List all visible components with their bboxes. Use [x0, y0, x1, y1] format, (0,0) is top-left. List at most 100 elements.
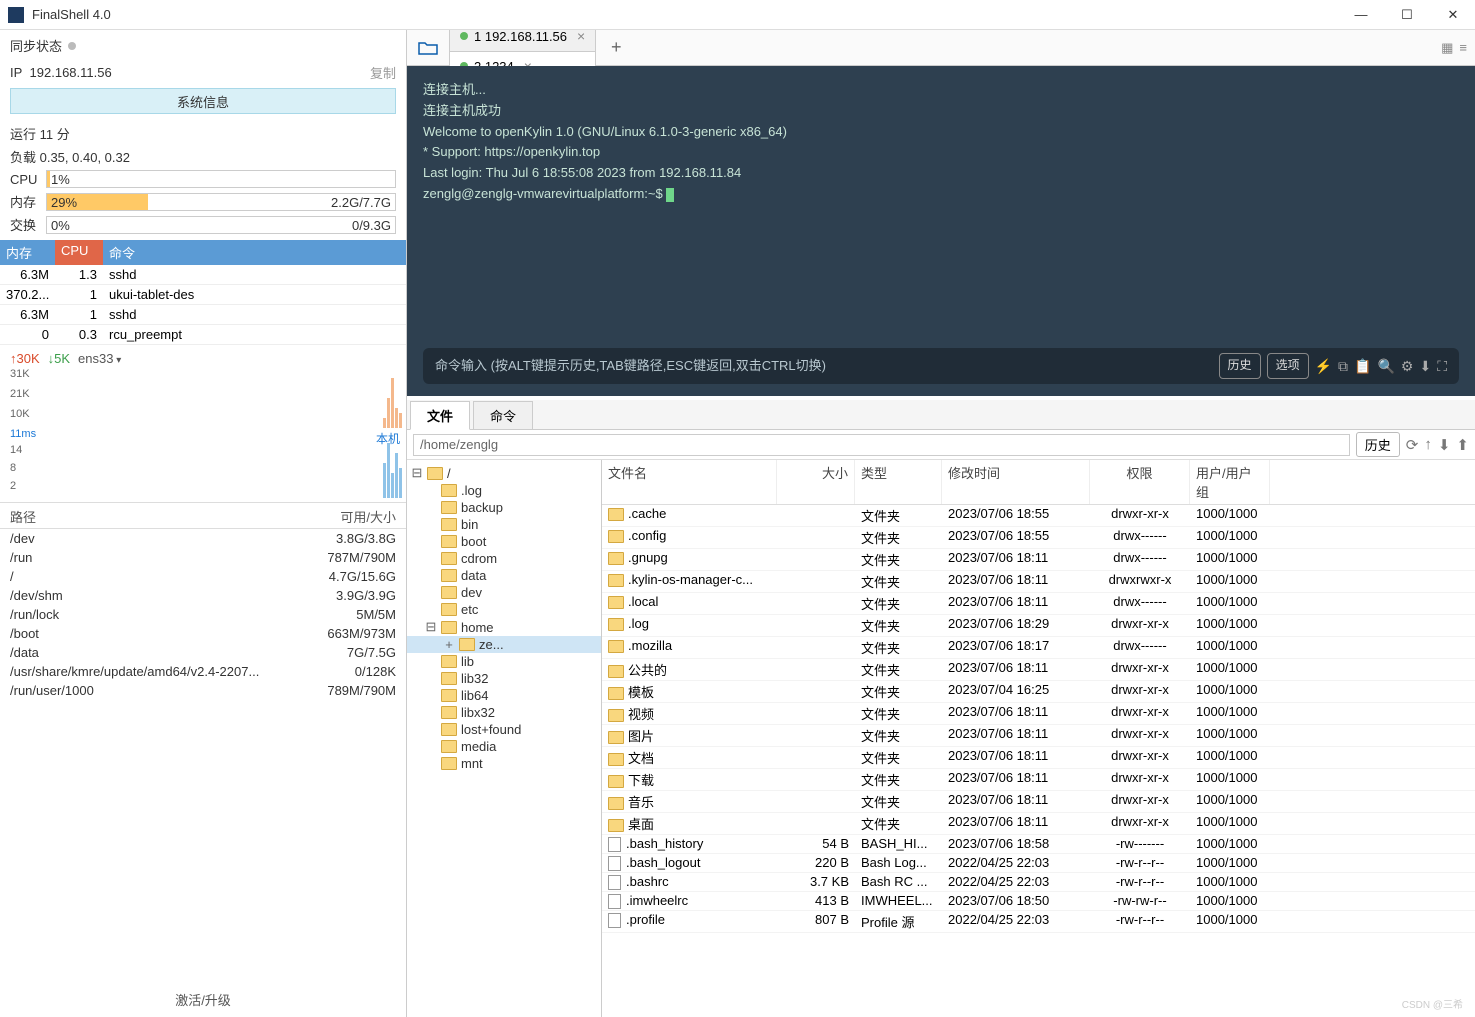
tree-item[interactable]: boot — [407, 533, 601, 550]
folder-icon — [441, 689, 457, 702]
file-row[interactable]: .kylin-os-manager-c...文件夹2023/07/06 18:1… — [602, 571, 1475, 593]
download-icon[interactable]: ⬇ — [1419, 355, 1431, 377]
tree-item[interactable]: .log — [407, 482, 601, 499]
file-row[interactable]: .gnupg文件夹2023/07/06 18:11drwx------1000/… — [602, 549, 1475, 571]
bolt-icon[interactable]: ⚡ — [1315, 355, 1332, 377]
file-row[interactable]: 音乐文件夹2023/07/06 18:11drwxr-xr-x1000/1000 — [602, 791, 1475, 813]
grid-view-icon[interactable]: ▦ — [1441, 40, 1453, 56]
disk-row[interactable]: /run787M/790M — [0, 548, 406, 567]
maximize-button[interactable]: ☐ — [1393, 5, 1421, 25]
tree-item[interactable]: lib — [407, 653, 601, 670]
copy-icon[interactable]: ⧉ — [1338, 355, 1348, 377]
process-row[interactable]: 00.3rcu_preempt — [0, 325, 406, 345]
tree-item[interactable]: ⊟/ — [407, 464, 601, 482]
file-row[interactable]: .mozilla文件夹2023/07/06 18:17drwx------100… — [602, 637, 1475, 659]
tree-item[interactable]: mnt — [407, 755, 601, 772]
open-folder-icon[interactable] — [413, 35, 443, 61]
terminal-line: Welcome to openKylin 1.0 (GNU/Linux 6.1.… — [423, 122, 1459, 143]
close-button[interactable]: ✕ — [1439, 5, 1467, 25]
session-tab[interactable]: 1 192.168.11.56× — [449, 30, 596, 51]
sync-label: 同步状态 — [10, 36, 62, 55]
tab-file[interactable]: 文件 — [410, 401, 470, 430]
file-row[interactable]: 文档文件夹2023/07/06 18:11drwxr-xr-x1000/1000 — [602, 747, 1475, 769]
file-row[interactable]: .log文件夹2023/07/06 18:29drwxr-xr-x1000/10… — [602, 615, 1475, 637]
options-button[interactable]: 选项 — [1267, 353, 1309, 378]
tree-item[interactable]: lib64 — [407, 687, 601, 704]
search-icon[interactable]: 🔍 — [1377, 355, 1394, 377]
paste-icon[interactable]: 📋 — [1354, 355, 1371, 377]
folder-tree[interactable]: ⊟/.logbackupbinbootcdromdatadevetc⊟home+… — [407, 460, 602, 1017]
path-input[interactable] — [413, 434, 1350, 456]
gear-icon[interactable]: ⚙ — [1401, 355, 1414, 377]
file-row[interactable]: 视频文件夹2023/07/06 18:11drwxr-xr-x1000/1000 — [602, 703, 1475, 725]
tab-cmd[interactable]: 命令 — [473, 401, 533, 430]
disk-row[interactable]: /4.7G/15.6G — [0, 567, 406, 586]
copy-button[interactable]: 复制 — [370, 63, 396, 82]
folder-icon — [608, 775, 624, 788]
tree-item[interactable]: lib32 — [407, 670, 601, 687]
fullscreen-icon[interactable]: ⛶ — [1437, 355, 1447, 377]
minimize-button[interactable]: — — [1347, 5, 1375, 25]
file-list[interactable]: 文件名 大小 类型 修改时间 权限 用户/用户组 .cache文件夹2023/0… — [602, 460, 1475, 1017]
refresh-icon[interactable]: ⟳ — [1406, 436, 1419, 454]
disk-row[interactable]: /boot663M/973M — [0, 624, 406, 643]
folder-icon — [427, 467, 443, 480]
traffic-chart: 31K 21K 10K — [2, 368, 404, 428]
disk-row[interactable]: /dev/shm3.9G/3.9G — [0, 586, 406, 605]
process-row[interactable]: 370.2...1ukui-tablet-des — [0, 285, 406, 305]
history-button[interactable]: 历史 — [1219, 353, 1261, 378]
tree-item[interactable]: +ze... — [407, 636, 601, 653]
tree-item[interactable]: libx32 — [407, 704, 601, 721]
tree-item[interactable]: etc — [407, 601, 601, 618]
file-row[interactable]: 图片文件夹2023/07/06 18:11drwxr-xr-x1000/1000 — [602, 725, 1475, 747]
file-row[interactable]: 桌面文件夹2023/07/06 18:11drwxr-xr-x1000/1000 — [602, 813, 1475, 835]
file-row[interactable]: .bashrc3.7 KBBash RC ...2022/04/25 22:03… — [602, 873, 1475, 892]
process-row[interactable]: 6.3M1.3sshd — [0, 265, 406, 285]
file-row[interactable]: .bash_history54 BBASH_HI...2023/07/06 18… — [602, 835, 1475, 854]
disk-row[interactable]: /data7G/7.5G — [0, 643, 406, 662]
file-row[interactable]: .imwheelrc413 BIMWHEEL...2023/07/06 18:5… — [602, 892, 1475, 911]
path-history-button[interactable]: 历史 — [1356, 432, 1400, 457]
tree-item[interactable]: data — [407, 567, 601, 584]
file-row[interactable]: .config文件夹2023/07/06 18:55drwx------1000… — [602, 527, 1475, 549]
folder-icon — [608, 574, 624, 587]
close-tab-icon[interactable]: × — [577, 30, 585, 44]
tree-item[interactable]: bin — [407, 516, 601, 533]
tree-item[interactable]: dev — [407, 584, 601, 601]
menu-icon[interactable]: ≡ — [1459, 40, 1467, 56]
file-row[interactable]: 公共的文件夹2023/07/06 18:11drwxr-xr-x1000/100… — [602, 659, 1475, 681]
ping-chart: 11ms 14 8 2 本机 — [2, 428, 404, 498]
tree-item[interactable]: cdrom — [407, 550, 601, 567]
disk-row[interactable]: /run/lock5M/5M — [0, 605, 406, 624]
tree-item[interactable]: media — [407, 738, 601, 755]
up-icon[interactable]: ↑ — [1424, 436, 1432, 453]
disk-row[interactable]: /dev3.8G/3.8G — [0, 529, 406, 548]
file-row[interactable]: .cache文件夹2023/07/06 18:55drwxr-xr-x1000/… — [602, 505, 1475, 527]
mem-row: 内存 29%2.2G/7.7G — [0, 190, 406, 213]
disk-header: 路径 可用/大小 — [0, 502, 406, 529]
file-row[interactable]: .local文件夹2023/07/06 18:11drwx------1000/… — [602, 593, 1475, 615]
folder-icon — [608, 753, 624, 766]
disk-row[interactable]: /run/user/1000789M/790M — [0, 681, 406, 700]
net-interface-select[interactable]: ens33 — [78, 351, 121, 366]
load: 负载 0.35, 0.40, 0.32 — [0, 145, 406, 168]
download-file-icon[interactable]: ⬇ — [1438, 436, 1451, 454]
folder-icon — [608, 731, 624, 744]
process-row[interactable]: 6.3M1sshd — [0, 305, 406, 325]
cpu-row: CPU 1% — [0, 168, 406, 190]
system-info-button[interactable]: 系统信息 — [10, 88, 396, 114]
path-bar: 历史 ⟳ ↑ ⬇ ⬆ — [407, 430, 1475, 460]
tree-item[interactable]: ⊟home — [407, 618, 601, 636]
upgrade-link[interactable]: 激活/升级 — [0, 982, 406, 1017]
upload-file-icon[interactable]: ⬆ — [1456, 436, 1469, 454]
disk-row[interactable]: /usr/share/kmre/update/amd64/v2.4-2207..… — [0, 662, 406, 681]
file-row[interactable]: 下载文件夹2023/07/06 18:11drwxr-xr-x1000/1000 — [602, 769, 1475, 791]
tree-item[interactable]: backup — [407, 499, 601, 516]
tree-item[interactable]: lost+found — [407, 721, 601, 738]
bottom-tabs: 文件 命令 — [407, 400, 1475, 430]
file-row[interactable]: 模板文件夹2023/07/04 16:25drwxr-xr-x1000/1000 — [602, 681, 1475, 703]
terminal[interactable]: 连接主机...连接主机成功Welcome to openKylin 1.0 (G… — [407, 66, 1475, 396]
new-tab-button[interactable]: + — [604, 36, 628, 60]
file-row[interactable]: .profile807 BProfile 源2022/04/25 22:03-r… — [602, 911, 1475, 933]
file-row[interactable]: .bash_logout220 BBash Log...2022/04/25 2… — [602, 854, 1475, 873]
